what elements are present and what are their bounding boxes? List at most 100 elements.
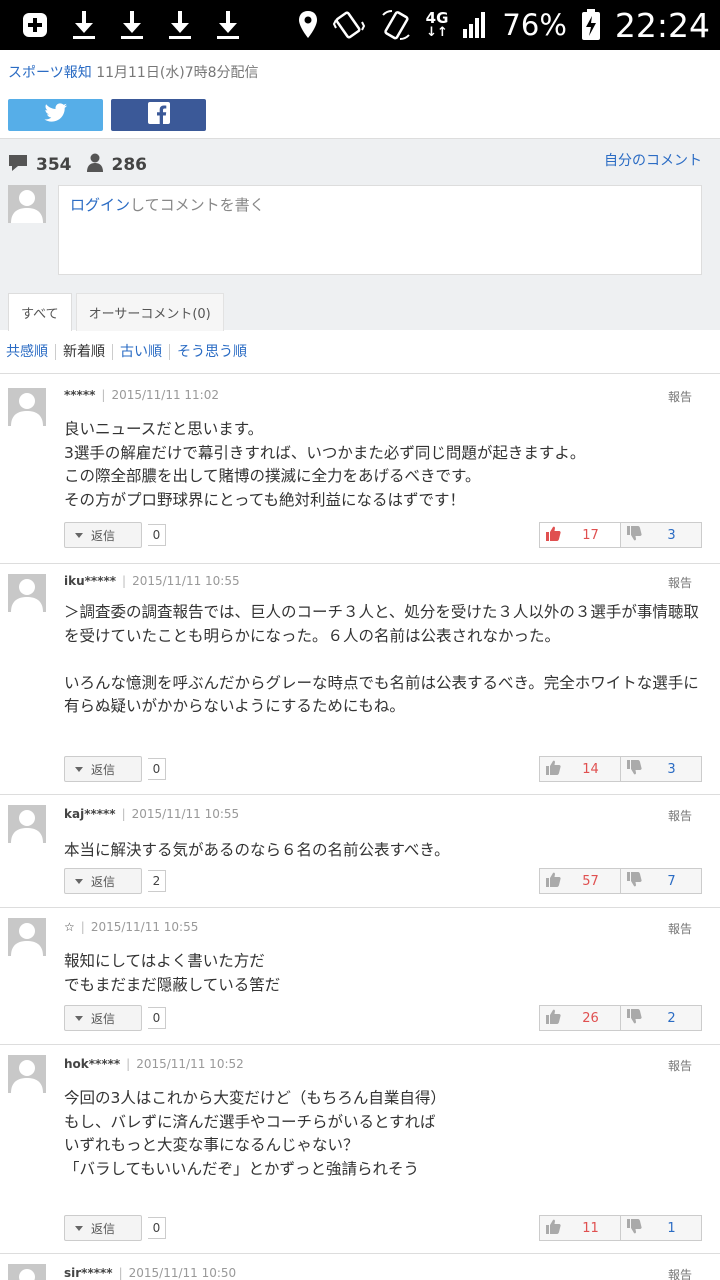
- comment-time: 2015/11/11 11:02: [111, 388, 219, 402]
- battery-charging-icon: [581, 9, 601, 41]
- comment-user[interactable]: sir*****: [64, 1266, 113, 1280]
- reply-label: 返信: [91, 874, 116, 889]
- comment-item: ***** | 2015/11/11 11:02 報告 良いニュースだと思います。 …: [0, 375, 720, 564]
- thumbs-up-icon: [546, 1009, 561, 1028]
- comment-stats: 354 286: [8, 153, 161, 177]
- thumbs-down-button[interactable]: 3: [621, 523, 701, 547]
- comment-time: 2015/11/11 10:55: [131, 807, 240, 821]
- clock: 22:24: [614, 5, 710, 45]
- thumbs-up-button[interactable]: 17: [540, 523, 621, 547]
- reply-button[interactable]: 返信: [64, 1215, 142, 1241]
- avatar: [8, 185, 46, 223]
- comment-meta: ☆ | 2015/11/11 10:55: [64, 920, 199, 934]
- thumbs-down-button[interactable]: 2: [621, 1006, 701, 1030]
- caret-down-icon: [75, 1015, 83, 1021]
- dislike-count: 7: [667, 873, 676, 889]
- article-source: スポーツ報知 11月11日(水)7時8分配信: [8, 62, 259, 82]
- comment-user[interactable]: iku*****: [64, 574, 116, 588]
- comment-meta: sir***** | 2015/11/11 10:50: [64, 1266, 237, 1280]
- comment-input[interactable]: ログインしてコメントを書く: [58, 185, 702, 275]
- sort-oldest[interactable]: 古い順: [113, 343, 170, 360]
- comment-time: 2015/11/11 10:52: [136, 1057, 244, 1071]
- thumbs-up-icon: [546, 872, 561, 891]
- sort-empathy[interactable]: 共感順: [0, 343, 56, 360]
- comment-time: 2015/11/11 10:50: [128, 1266, 237, 1280]
- rotate-icon: [380, 10, 412, 40]
- vote-buttons: 11 1: [539, 1215, 702, 1241]
- comment-text: 良いニュースだと思います。 3選手の解雇だけで幕引きすれば、いつかまた必ず同じ問…: [64, 420, 586, 509]
- facebook-icon: [147, 102, 170, 128]
- comment-tabs: すべて オーサーコメント(0): [8, 293, 224, 331]
- thumbs-up-icon: [546, 1219, 561, 1238]
- reply-button[interactable]: 返信: [64, 756, 142, 782]
- add-icon: [22, 12, 48, 38]
- thumbs-up-button[interactable]: 11: [540, 1216, 621, 1240]
- comment-user[interactable]: ☆: [64, 920, 75, 934]
- sort-newest[interactable]: 新着順: [56, 343, 113, 360]
- avatar: [8, 918, 46, 956]
- sort-agree[interactable]: そう思う順: [170, 344, 254, 360]
- caret-down-icon: [75, 532, 83, 538]
- comment-meta: kaj***** | 2015/11/11 10:55: [64, 807, 240, 821]
- download-icon: [72, 10, 96, 40]
- reply-label: 返信: [91, 762, 116, 777]
- comment-text: 報知にしてはよく書いた方だ でもまだまだ隠蔽している筈だ: [64, 952, 281, 994]
- reply-button[interactable]: 返信: [64, 1005, 142, 1031]
- report-link[interactable]: 報告: [668, 1057, 692, 1074]
- thumbs-down-icon: [627, 871, 642, 891]
- caret-down-icon: [75, 878, 83, 884]
- dislike-count: 3: [667, 527, 676, 543]
- reply-label: 返信: [91, 1221, 116, 1236]
- reply-button[interactable]: 返信: [64, 522, 142, 548]
- like-count: 17: [582, 527, 599, 543]
- like-count: 26: [582, 1010, 599, 1026]
- my-comments-link[interactable]: 自分のコメント: [604, 150, 702, 170]
- report-link[interactable]: 報告: [668, 920, 692, 937]
- source-link[interactable]: スポーツ報知: [8, 65, 92, 81]
- reply-count: 0: [148, 1217, 166, 1239]
- location-icon: [298, 10, 318, 40]
- thumbs-down-button[interactable]: 1: [621, 1216, 701, 1240]
- signal-icon: [462, 11, 488, 39]
- vote-buttons: 14 3: [539, 756, 702, 782]
- user-count: 286: [111, 155, 148, 175]
- comment-prompt: してコメントを書く: [130, 196, 265, 214]
- publish-date: 11月11日(水)7時8分配信: [96, 65, 259, 81]
- comment-user[interactable]: kaj*****: [64, 807, 116, 821]
- like-count: 11: [582, 1220, 599, 1236]
- comment-user[interactable]: hok*****: [64, 1057, 120, 1071]
- battery-percent: 76%: [502, 8, 567, 42]
- dislike-count: 2: [667, 1010, 676, 1026]
- avatar: [8, 388, 46, 426]
- caret-down-icon: [75, 766, 83, 772]
- vote-buttons: 26 2: [539, 1005, 702, 1031]
- report-link[interactable]: 報告: [668, 1266, 692, 1280]
- report-link[interactable]: 報告: [668, 574, 692, 591]
- comment-count: 354: [36, 155, 72, 175]
- reply-count: 2: [148, 870, 166, 892]
- thumbs-up-button[interactable]: 14: [540, 757, 621, 781]
- report-link[interactable]: 報告: [668, 807, 692, 824]
- thumbs-up-icon: [546, 760, 561, 779]
- tab-author-comments[interactable]: オーサーコメント(0): [75, 293, 224, 331]
- thumbs-down-button[interactable]: 7: [621, 869, 701, 893]
- avatar: [8, 574, 46, 612]
- thumbs-up-button[interactable]: 57: [540, 869, 621, 893]
- reply-count: 0: [148, 758, 166, 780]
- tab-all[interactable]: すべて: [8, 293, 72, 331]
- vote-buttons: 57 7: [539, 868, 702, 894]
- reply-button[interactable]: 返信: [64, 868, 142, 894]
- reply-label: 返信: [91, 528, 116, 543]
- sort-options: 共感順 新着順 古い順 そう思う順: [0, 330, 720, 374]
- thumbs-down-icon: [627, 759, 642, 779]
- thumbs-down-button[interactable]: 3: [621, 757, 701, 781]
- comment-text: 今回の3人はこれから大変だけど（もちろん自業自得） もし、バレずに済んだ選手やコ…: [64, 1089, 446, 1178]
- facebook-share-button[interactable]: [111, 99, 206, 131]
- download-icon: [216, 10, 240, 40]
- comment-user[interactable]: *****: [64, 388, 95, 402]
- login-link[interactable]: ログイン: [70, 196, 130, 214]
- twitter-share-button[interactable]: [8, 99, 103, 131]
- report-link[interactable]: 報告: [668, 388, 692, 405]
- thumbs-up-button[interactable]: 26: [540, 1006, 621, 1030]
- comment-meta: hok***** | 2015/11/11 10:52: [64, 1057, 244, 1071]
